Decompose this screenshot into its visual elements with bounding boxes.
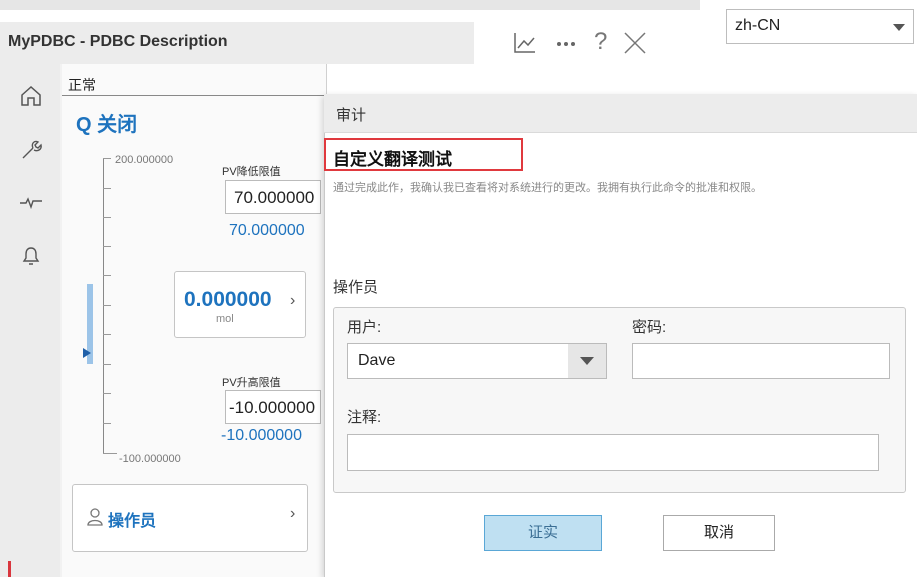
close-icon[interactable]: [622, 30, 648, 61]
dialog-header: [324, 94, 917, 133]
dialog-title: 审计: [336, 107, 367, 124]
mode-label[interactable]: Q 关闭: [76, 108, 137, 137]
help-icon[interactable]: ?: [594, 28, 607, 56]
chevron-down-icon: [580, 357, 594, 365]
pv-scale: [103, 158, 104, 454]
pv-low-limit-input[interactable]: 70.000000: [225, 180, 321, 214]
top-strip: [0, 0, 700, 10]
pv-marker-icon: [83, 348, 91, 358]
pv-value: 0.000000: [184, 288, 272, 311]
operator-section-label: 操作员: [333, 279, 379, 296]
comment-label: 注释:: [347, 409, 382, 426]
comment-input[interactable]: [347, 434, 879, 471]
title-bar-actions: ?: [512, 28, 672, 58]
status-text: 正常: [68, 77, 96, 93]
home-icon[interactable]: [19, 84, 43, 108]
language-select[interactable]: zh-CN: [726, 9, 914, 44]
language-select-value: zh-CN: [735, 17, 781, 34]
faceplate-side-nav: [0, 64, 60, 577]
pv-high-limit-title: PV升高限值: [222, 377, 281, 389]
scale-tick: [103, 305, 111, 306]
chevron-right-icon: ›: [290, 505, 296, 522]
scale-tick: [103, 453, 117, 454]
scale-tick: [103, 188, 111, 189]
confirm-button[interactable]: 证实: [484, 515, 602, 551]
user-select[interactable]: Dave: [347, 343, 607, 379]
trend-icon[interactable]: [512, 30, 538, 61]
scale-tick: [103, 217, 111, 218]
pv-low-limit-input-value: 70.000000: [234, 188, 315, 207]
more-icon[interactable]: [555, 32, 577, 57]
dialog-heading: 自定义翻译测试: [333, 150, 452, 169]
alarm-edge: [8, 561, 11, 577]
user-label: 用户:: [347, 319, 382, 336]
pv-high-limit-input[interactable]: -10.000000: [225, 390, 321, 424]
user-icon: [86, 507, 104, 532]
user-select-value: Dave: [358, 352, 396, 369]
scale-min-label: -100.000000: [119, 453, 181, 465]
wrench-icon[interactable]: [19, 138, 43, 162]
scale-tick: [103, 364, 111, 365]
scale-tick: [103, 334, 111, 335]
pv-high-limit-value: -10.000000: [221, 427, 302, 444]
scale-tick: [103, 423, 111, 424]
cancel-button[interactable]: 取消: [663, 515, 775, 551]
chevron-right-icon: ›: [290, 292, 296, 309]
scale-tick: [103, 158, 111, 159]
pv-unit: mol: [216, 313, 234, 325]
pulse-icon[interactable]: [19, 190, 43, 214]
password-label: 密码:: [632, 319, 667, 336]
scale-tick: [103, 275, 111, 276]
pv-high-limit-input-value: -10.000000: [229, 398, 316, 417]
window-title: MyPDBC - PDBC Description: [8, 33, 228, 50]
scale-tick: [103, 393, 111, 394]
scale-tick: [103, 246, 111, 247]
scale-max-label: 200.000000: [115, 154, 174, 166]
chevron-down-icon: [893, 24, 905, 31]
dialog-description: 通过完成此作，我确认我已查看将对系统进行的更改。我拥有执行此命令的批准和权限。: [333, 182, 762, 194]
pv-low-limit-title: PV降低限值: [222, 166, 281, 178]
bell-icon[interactable]: [19, 244, 43, 268]
password-input[interactable]: [632, 343, 890, 379]
pv-low-limit-value: 70.000000: [229, 222, 305, 239]
operator-label: 操作员: [108, 513, 157, 530]
